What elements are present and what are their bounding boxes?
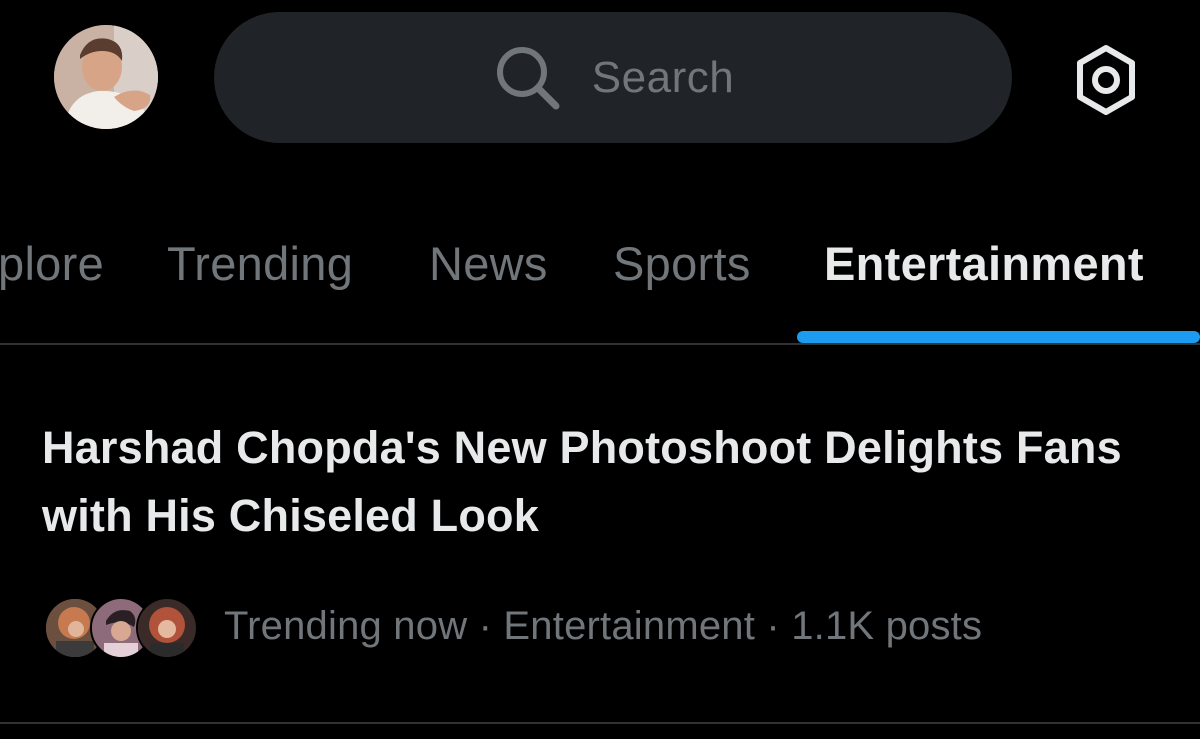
gear-icon [1070,44,1142,121]
tab-sports[interactable]: Sports [613,236,751,291]
tabs-divider [0,343,1200,345]
tab-news[interactable]: News [429,236,548,291]
active-tab-indicator [797,331,1200,343]
tab-trending[interactable]: Trending [167,236,353,291]
tab-explore[interactable]: plore [0,236,104,291]
profile-avatar[interactable] [54,25,158,129]
avatar [136,597,198,659]
explore-tabs: plore Trending News Sports Entertainment [0,200,1200,344]
trend-meta: Trending now · Entertainment · 1.1K post… [44,594,983,659]
trend-divider [0,722,1200,724]
avatar-image [54,25,158,129]
tab-entertainment[interactable]: Entertainment [824,236,1144,291]
post-avatars [44,594,198,659]
search-icon [492,42,564,114]
search-placeholder: Search [591,52,735,102]
top-header: Search [0,0,1200,160]
settings-button[interactable] [1066,42,1146,122]
search-bar[interactable]: Search [214,12,1012,143]
trend-meta-text: Trending now · Entertainment · 1.1K post… [224,603,983,648]
trend-item[interactable]: Harshad Chopda's New Photoshoot Delights… [0,346,1200,722]
trend-title[interactable]: Harshad Chopda's New Photoshoot Delights… [42,414,1162,550]
